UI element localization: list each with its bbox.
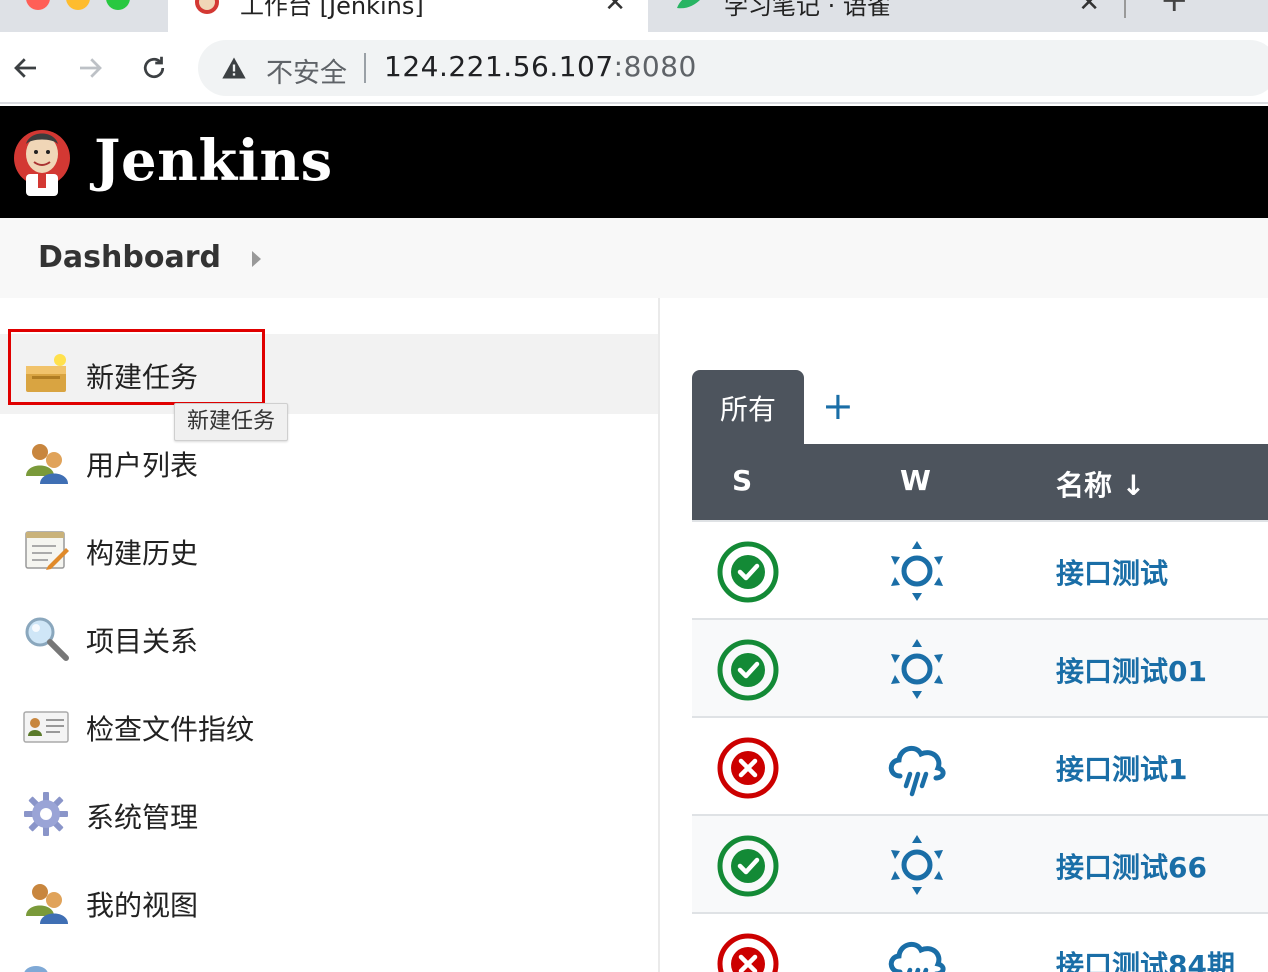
- security-status-label[interactable]: 不安全: [266, 51, 347, 90]
- window-close-button[interactable]: [26, 0, 50, 10]
- job-link[interactable]: 接口测试66: [1056, 846, 1207, 886]
- users-icon: [26, 884, 68, 924]
- warning-triangle-icon[interactable]: [220, 54, 248, 82]
- forward-button[interactable]: [68, 46, 112, 90]
- url-text[interactable]: 124.221.56.107:8080: [384, 50, 697, 83]
- table-row: 接口测试1: [692, 716, 1268, 814]
- partial-sidebar-icon: [24, 966, 48, 972]
- browser-tab-title: 学习笔记 · 语雀: [724, 0, 891, 20]
- weather-rain-icon[interactable]: [884, 930, 950, 972]
- main-panel: 所有 + S W 名称 ↓ 接口测试 接口测试01 接口测试1 接口测试66 接…: [662, 298, 1268, 972]
- sidebar: 新建任务 用户列表 构建历史 项目关系 检查文件指纹 系统管理 我的视图: [0, 298, 660, 972]
- arrow-right-icon: [80, 58, 102, 78]
- sidebar-item-label: 系统管理: [86, 801, 199, 834]
- table-row: 接口测试66: [692, 814, 1268, 912]
- back-button[interactable]: [4, 46, 48, 90]
- breadcrumb: Dashboard: [0, 218, 1268, 298]
- sidebar-item-label: 构建历史: [86, 537, 199, 570]
- table-row: 接口测试84期: [692, 912, 1268, 972]
- tab-all-label: 所有: [720, 393, 777, 426]
- address-divider: [364, 53, 366, 83]
- status-success-icon[interactable]: [716, 638, 780, 702]
- close-tab-icon[interactable]: ✕: [1078, 0, 1100, 18]
- browser-toolbar: 不安全 124.221.56.107:8080: [0, 32, 1268, 104]
- jenkins-header: Jenkins: [0, 106, 1268, 218]
- tab-divider: [1124, 0, 1126, 18]
- table-row: 接口测试: [692, 520, 1268, 618]
- reload-icon: [143, 56, 165, 79]
- close-tab-icon[interactable]: ✕: [604, 0, 626, 18]
- weather-rain-icon[interactable]: [884, 734, 950, 800]
- column-name-header[interactable]: 名称 ↓: [1056, 464, 1145, 504]
- sidebar-item-project-relationship[interactable]: 项目关系: [0, 598, 658, 678]
- build-history-icon: [25, 531, 69, 570]
- new-item-icon: [26, 354, 66, 392]
- arrow-left-icon: [14, 58, 36, 78]
- browser-tab-yuque[interactable]: 学习笔记 · 语雀 ✕: [652, 0, 1122, 32]
- sidebar-item-label: 检查文件指纹: [86, 713, 255, 746]
- browser-tab-title: 工作台 [Jenkins]: [240, 0, 424, 20]
- weather-sunny-icon[interactable]: [884, 538, 950, 604]
- job-link[interactable]: 接口测试: [1056, 552, 1168, 592]
- job-link[interactable]: 接口测试84期: [1056, 944, 1235, 972]
- sidebar-item-fingerprint[interactable]: 检查文件指纹: [0, 686, 658, 766]
- window-minimize-button[interactable]: [66, 0, 90, 10]
- jenkins-title[interactable]: Jenkins: [94, 128, 333, 194]
- sidebar-item-label: 项目关系: [86, 625, 199, 658]
- job-link[interactable]: 接口测试1: [1056, 748, 1187, 788]
- breadcrumb-dashboard[interactable]: Dashboard: [38, 240, 221, 275]
- url-port: :8080: [613, 50, 697, 83]
- sidebar-item-my-views[interactable]: 我的视图: [0, 862, 658, 942]
- tooltip: 新建任务: [174, 403, 289, 441]
- weather-sunny-icon[interactable]: [884, 636, 950, 702]
- sidebar-item-label: 新建任务: [86, 361, 199, 394]
- status-success-icon[interactable]: [716, 540, 780, 604]
- job-link[interactable]: 接口测试01: [1056, 650, 1207, 690]
- browser-tab-jenkins[interactable]: 工作台 [Jenkins] ✕: [168, 0, 648, 32]
- reload-button[interactable]: [132, 46, 176, 90]
- column-status-header[interactable]: S: [732, 464, 752, 497]
- new-tab-icon[interactable]: +: [1160, 0, 1189, 20]
- sidebar-item-label: 我的视图: [86, 889, 199, 922]
- url-host: 124.221.56.107: [384, 50, 614, 83]
- sidebar-item-manage-jenkins[interactable]: 系统管理: [0, 774, 658, 854]
- tab-all[interactable]: 所有: [692, 370, 804, 444]
- fingerprint-icon: [23, 711, 69, 743]
- status-failed-icon[interactable]: [716, 736, 780, 800]
- users-icon: [26, 444, 68, 484]
- search-icon: [25, 617, 69, 661]
- sidebar-item-users[interactable]: 用户列表: [0, 422, 658, 502]
- window-zoom-button[interactable]: [106, 0, 130, 10]
- jobs-table-header: S W 名称 ↓: [692, 444, 1268, 520]
- add-view-button[interactable]: +: [822, 386, 854, 426]
- sidebar-item-build-history[interactable]: 构建历史: [0, 510, 658, 590]
- column-weather-header[interactable]: W: [900, 464, 931, 497]
- yuque-favicon-icon: [677, 0, 700, 9]
- jobs-table: S W 名称 ↓ 接口测试 接口测试01 接口测试1 接口测试66 接口测试84…: [692, 444, 1268, 972]
- browser-tab-strip: 工作台 [Jenkins] ✕ 学习笔记 · 语雀 ✕ +: [0, 0, 1268, 32]
- jenkins-favicon-icon: [195, 0, 219, 14]
- sidebar-item-label: 用户列表: [86, 449, 199, 482]
- weather-sunny-icon[interactable]: [884, 832, 950, 898]
- table-row: 接口测试01: [692, 618, 1268, 716]
- status-failed-icon[interactable]: [716, 932, 780, 972]
- sidebar-item-new-item[interactable]: 新建任务: [0, 334, 658, 414]
- address-bar[interactable]: 不安全 124.221.56.107:8080: [198, 40, 1268, 96]
- jenkins-logo-icon[interactable]: [12, 122, 72, 204]
- status-success-icon[interactable]: [716, 834, 780, 898]
- gear-icon: [24, 792, 68, 836]
- breadcrumb-chevron-icon[interactable]: [252, 251, 261, 267]
